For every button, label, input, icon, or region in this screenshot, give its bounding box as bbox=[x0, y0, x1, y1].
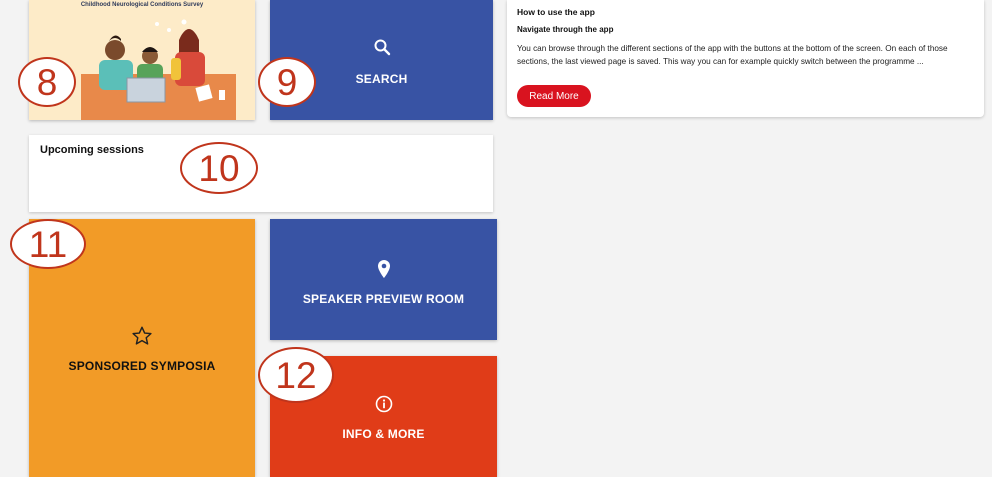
location-pin-icon bbox=[270, 259, 497, 284]
annotation-badge-11: 11 bbox=[10, 219, 86, 269]
star-icon bbox=[29, 325, 255, 352]
annotation-badge-9: 9 bbox=[258, 57, 316, 107]
upcoming-sessions-card[interactable]: Upcoming sessions bbox=[29, 135, 493, 212]
search-icon bbox=[270, 38, 493, 61]
how-to-subheading: Navigate through the app bbox=[517, 25, 614, 34]
annotation-badge-8: 8 bbox=[18, 57, 76, 107]
read-more-button[interactable]: Read More bbox=[517, 85, 591, 107]
info-more-label: INFO & MORE bbox=[342, 427, 425, 441]
speaker-preview-room-label: SPEAKER PREVIEW ROOM bbox=[302, 292, 465, 306]
how-to-card: How to use the app Navigate through the … bbox=[507, 0, 984, 117]
sponsored-symposia-label: SPONSORED SYMPOSIA bbox=[68, 359, 216, 373]
speaker-preview-room-tile[interactable]: SPEAKER PREVIEW ROOM bbox=[270, 219, 497, 340]
annotation-badge-10: 10 bbox=[180, 142, 258, 194]
how-to-body: You can browse through the different sec… bbox=[517, 44, 948, 66]
upcoming-sessions-title: Upcoming sessions bbox=[40, 144, 144, 156]
annotation-badge-12: 12 bbox=[258, 347, 334, 403]
how-to-heading: How to use the app bbox=[517, 7, 595, 17]
